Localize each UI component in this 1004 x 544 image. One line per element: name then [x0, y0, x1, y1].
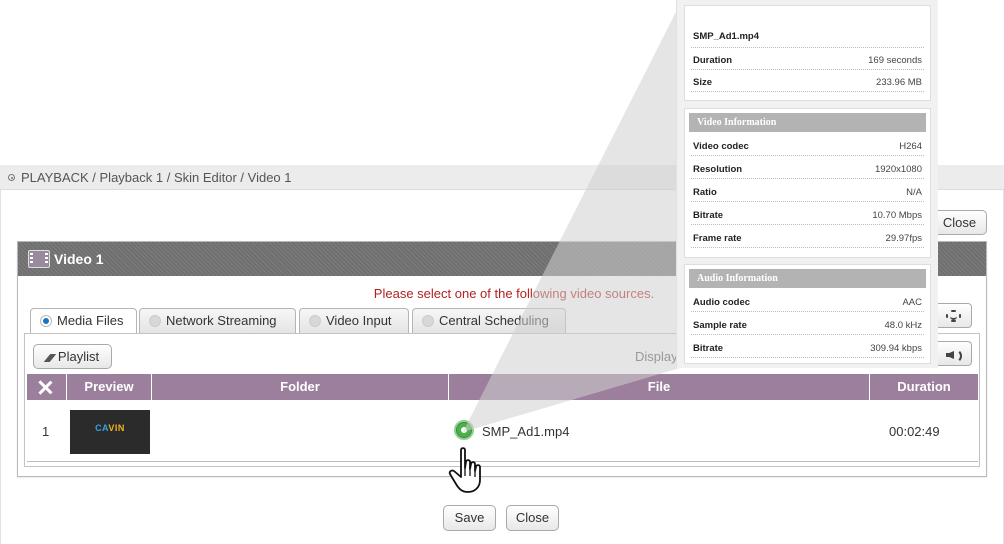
tab-video-input[interactable]: Video Input: [299, 308, 409, 333]
info-row: Audio codec AAC: [691, 290, 924, 312]
column-duration: Duration: [897, 379, 951, 394]
file-duration: 00:02:49: [889, 424, 940, 439]
hand-pointer-icon: [448, 447, 481, 493]
dialog-title: Video 1: [54, 251, 104, 267]
column-preview: Preview: [67, 374, 152, 400]
column-file: File: [449, 374, 870, 400]
grid-header: Preview Folder File Duration: [27, 374, 978, 400]
info-row: Frame rate 29.97fps: [691, 226, 924, 248]
info-row: Bitrate 10.70 Mbps: [691, 203, 924, 225]
breadcrumb-text: PLAYBACK / Playback 1 / Skin Editor / Vi…: [21, 170, 292, 185]
playlist-button[interactable]: Playlist: [33, 344, 112, 369]
tab-label: Central Scheduling: [439, 313, 549, 328]
info-row: Ratio N/A: [691, 180, 924, 202]
info-value: 48.0 kHz: [884, 320, 923, 331]
tab-media-files[interactable]: Media Files: [30, 308, 137, 334]
info-value: 309.94 kbps: [870, 343, 922, 354]
info-row: Duration 169 seconds: [691, 48, 924, 70]
info-row-filename: SMP_Ad1.mp4: [691, 20, 924, 48]
info-file-name: SMP_Ad1.mp4: [693, 31, 759, 42]
pencil-icon: [44, 354, 57, 362]
info-row: Bitrate 309.94 kbps: [691, 336, 924, 358]
tab-label: Network Streaming: [166, 313, 277, 328]
fullscreen-icon: [946, 310, 961, 322]
save-button[interactable]: Save: [443, 505, 496, 531]
video-info-header: Video Information: [689, 113, 926, 132]
info-row: Video codec H264: [691, 134, 924, 156]
audio-info-card: Audio Information Audio codec AAC Sample…: [684, 264, 931, 364]
info-row: Resolution 1920x1080: [691, 157, 924, 179]
info-value: 10.70 Mbps: [872, 210, 922, 221]
radio-icon: [422, 315, 434, 327]
close-button[interactable]: Close: [506, 505, 559, 531]
bullet-icon: [8, 174, 15, 181]
info-row: Sample rate 48.0 kHz: [691, 313, 924, 335]
info-value: 1920x1080: [874, 164, 922, 175]
info-value: 169 seconds: [868, 55, 922, 66]
column-folder: Folder: [152, 374, 449, 400]
tab-network-streaming[interactable]: Network Streaming: [139, 308, 296, 333]
display-label: Display: [635, 349, 678, 364]
info-key: Audio codec: [693, 297, 751, 308]
info-key: Duration: [693, 55, 733, 66]
tab-label: Media Files: [57, 313, 124, 328]
info-value: 29.97fps: [885, 233, 922, 244]
info-value: N/A: [906, 187, 922, 198]
radio-icon: [309, 315, 321, 327]
info-key: Video codec: [693, 141, 749, 152]
file-info-popup: SMP_Ad1.mp4 Duration 169 seconds Size 23…: [676, 0, 938, 368]
info-key: Resolution: [693, 164, 743, 175]
general-info-card: SMP_Ad1.mp4 Duration 169 seconds Size 23…: [684, 5, 931, 101]
audio-button[interactable]: [933, 341, 972, 366]
info-key: Frame rate: [693, 233, 742, 244]
close-x-icon: [38, 380, 53, 395]
info-key: Ratio: [693, 187, 717, 198]
file-info-status-icon[interactable]: [454, 420, 474, 440]
info-value: AAC: [902, 297, 922, 308]
file-name: SMP_Ad1.mp4: [482, 424, 570, 439]
preview-thumbnail: CAVIN: [70, 410, 150, 454]
fullscreen-button[interactable]: [933, 303, 972, 328]
cavin-logo: CAVIN: [95, 423, 125, 433]
film-icon: [28, 250, 50, 268]
row-index: 1: [42, 424, 50, 439]
info-key: Size: [693, 77, 713, 88]
info-row: Size 233.96 MB: [691, 70, 924, 92]
page: PLAYBACK / Playback 1 / Skin Editor / Vi…: [0, 0, 1004, 544]
info-key: Bitrate: [693, 210, 724, 221]
info-value: 233.96 MB: [876, 77, 922, 88]
info-value: H264: [899, 141, 922, 152]
radio-icon: [149, 315, 161, 327]
tab-central-scheduling[interactable]: Central Scheduling: [412, 308, 566, 333]
info-key: Sample rate: [693, 320, 747, 331]
radio-selected-icon: [40, 315, 52, 327]
video-info-card: Video Information Video codec H264 Resol…: [684, 108, 931, 258]
table-row[interactable]: 1 CAVIN SMP_Ad1.mp4 00:02:49: [27, 400, 978, 462]
info-key: Bitrate: [693, 343, 724, 354]
top-close-button[interactable]: Close: [932, 210, 987, 235]
delete-all-column[interactable]: [27, 374, 67, 400]
tab-label: Video Input: [326, 313, 392, 328]
speaker-icon: [946, 349, 962, 363]
playlist-label: Playlist: [57, 349, 100, 364]
audio-info-header: Audio Information: [689, 269, 926, 288]
